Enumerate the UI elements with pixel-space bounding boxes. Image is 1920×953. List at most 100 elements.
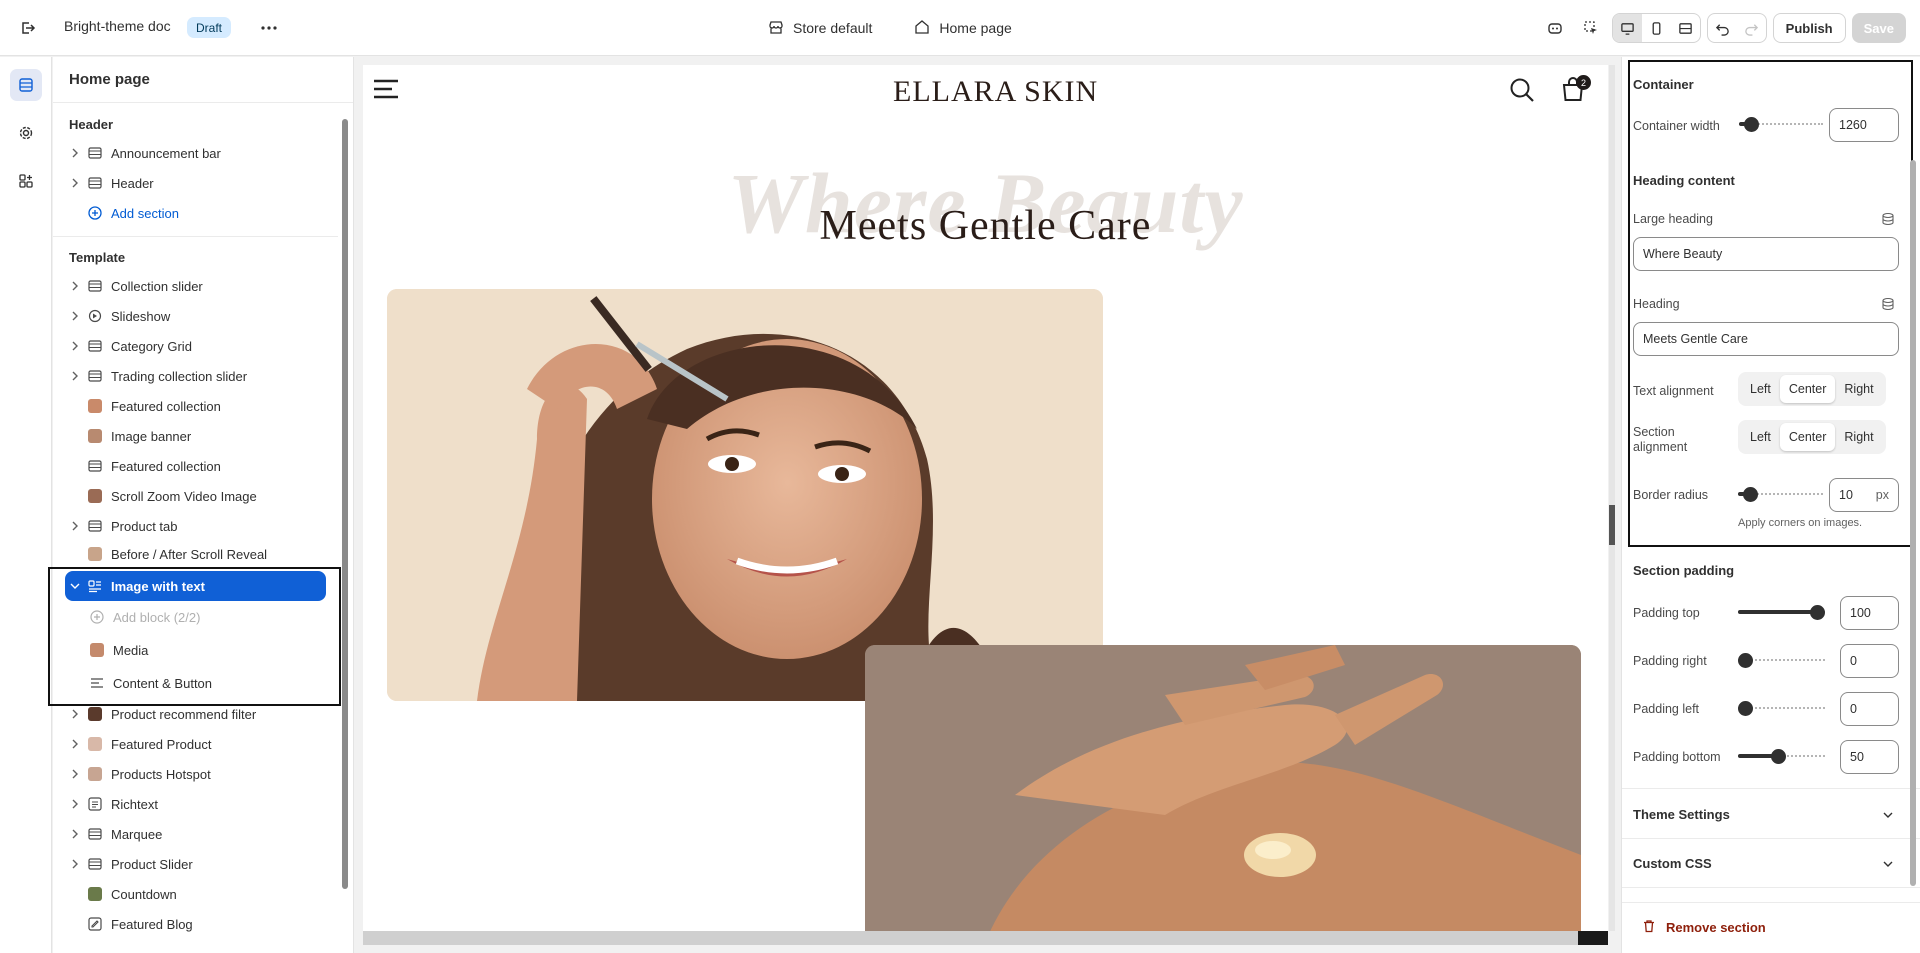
remove-section-button[interactable]: Remove section bbox=[1642, 919, 1766, 936]
block-item-media[interactable]: Media bbox=[53, 633, 338, 667]
chevron-right-icon[interactable] bbox=[65, 148, 85, 158]
tree-item-collection-slider[interactable]: Collection slider bbox=[53, 271, 338, 301]
fullscreen-view-icon[interactable] bbox=[1671, 14, 1700, 42]
container-width-input[interactable]: 1260 bbox=[1829, 108, 1899, 142]
tree-item-label: Featured collection bbox=[111, 458, 221, 474]
block-item-content-button[interactable]: Content & Button bbox=[53, 667, 338, 699]
tree-item-before-after-scroll-reveal[interactable]: Before / After Scroll Reveal bbox=[53, 541, 338, 567]
align-left-option[interactable]: Left bbox=[1741, 375, 1780, 403]
tree-item-featured-product[interactable]: Featured Product bbox=[53, 729, 338, 759]
tree-item-featured-collection-2[interactable]: Featured collection bbox=[53, 451, 338, 481]
gear-icon[interactable] bbox=[10, 117, 42, 149]
menu-icon[interactable] bbox=[373, 78, 399, 105]
heading-input[interactable]: Meets Gentle Care bbox=[1633, 322, 1899, 356]
section-icon bbox=[87, 458, 103, 474]
tree-item-image-banner[interactable]: Image banner bbox=[53, 421, 338, 451]
tree-item-slideshow[interactable]: Slideshow bbox=[53, 301, 338, 331]
custom-css-accordion[interactable]: Custom CSS bbox=[1633, 856, 1893, 871]
section-icon bbox=[87, 145, 103, 161]
thumbnail-icon bbox=[87, 488, 103, 504]
tree-item-richtext[interactable]: Richtext bbox=[53, 789, 338, 819]
tree-item-image-with-text[interactable]: Image with text bbox=[65, 571, 326, 601]
add-section-button[interactable]: Add section bbox=[53, 198, 338, 228]
padding-bottom-input[interactable]: 50 bbox=[1840, 740, 1899, 774]
exit-icon[interactable] bbox=[14, 14, 42, 42]
container-width-slider[interactable] bbox=[1739, 117, 1823, 132]
chevron-down-icon[interactable] bbox=[65, 582, 85, 590]
tree-item-label: Image with text bbox=[111, 578, 205, 594]
chevron-right-icon[interactable] bbox=[65, 739, 85, 749]
apps-icon[interactable] bbox=[10, 165, 42, 197]
text-lines-icon bbox=[89, 675, 105, 691]
mobile-view-icon[interactable] bbox=[1642, 14, 1671, 42]
ai-assistant-icon[interactable] bbox=[1540, 13, 1570, 43]
chevron-right-icon[interactable] bbox=[65, 341, 85, 351]
thumbnail-icon bbox=[87, 428, 103, 444]
publish-button[interactable]: Publish bbox=[1772, 13, 1846, 43]
desktop-view-icon[interactable] bbox=[1612, 14, 1642, 42]
chevron-right-icon[interactable] bbox=[65, 281, 85, 291]
tree-item-scroll-zoom-video-image[interactable]: Scroll Zoom Video Image bbox=[53, 481, 338, 511]
save-button[interactable]: Save bbox=[1851, 13, 1906, 43]
tree-item-header[interactable]: Header bbox=[53, 168, 338, 198]
border-radius-input[interactable]: 10 px bbox=[1829, 478, 1899, 512]
dynamic-source-icon[interactable] bbox=[1881, 297, 1895, 316]
padding-left-input[interactable]: 0 bbox=[1840, 692, 1899, 726]
section-align-center-option[interactable]: Center bbox=[1779, 423, 1836, 451]
border-radius-value: 10 bbox=[1839, 488, 1853, 502]
preview-h-scrollbar[interactable] bbox=[363, 931, 1608, 945]
padding-right-input[interactable]: 0 bbox=[1840, 644, 1899, 678]
chevron-right-icon[interactable] bbox=[65, 178, 85, 188]
sections-icon[interactable] bbox=[10, 69, 42, 101]
tree-item-category-grid[interactable]: Category Grid bbox=[53, 331, 338, 361]
chevron-right-icon[interactable] bbox=[65, 521, 85, 531]
large-heading-input[interactable]: Where Beauty bbox=[1633, 237, 1899, 271]
chevron-right-icon[interactable] bbox=[65, 799, 85, 809]
inspector-icon[interactable] bbox=[1576, 13, 1606, 43]
tree-item-countdown[interactable]: Countdown bbox=[53, 879, 338, 909]
redo-icon[interactable] bbox=[1737, 14, 1766, 42]
tree-item-marquee[interactable]: Marquee bbox=[53, 819, 338, 849]
tree-scrollbar[interactable] bbox=[342, 119, 348, 889]
dynamic-source-icon[interactable] bbox=[1881, 212, 1895, 231]
tree-item-label: Before / After Scroll Reveal bbox=[111, 546, 268, 562]
chevron-right-icon[interactable] bbox=[65, 311, 85, 321]
tree-item-featured-collection[interactable]: Featured collection bbox=[53, 391, 338, 421]
divider bbox=[1622, 887, 1920, 888]
padding-right-slider[interactable] bbox=[1738, 653, 1825, 668]
chevron-right-icon[interactable] bbox=[65, 859, 85, 869]
tree-item-product-recommend-filter[interactable]: Product recommend filter bbox=[53, 699, 338, 729]
page-dropdown[interactable]: Home page bbox=[906, 14, 1019, 42]
align-right-option[interactable]: Right bbox=[1835, 375, 1882, 403]
tree-item-announcement-bar[interactable]: Announcement bar bbox=[53, 138, 338, 168]
preview-v-scrollbar[interactable] bbox=[1609, 65, 1615, 931]
tree-item-featured-blog[interactable]: Featured Blog bbox=[53, 909, 338, 939]
padding-left-slider[interactable] bbox=[1738, 701, 1825, 716]
undo-icon[interactable] bbox=[1708, 14, 1737, 42]
section-align-left-option[interactable]: Left bbox=[1741, 423, 1780, 451]
theme-settings-accordion[interactable]: Theme Settings bbox=[1633, 807, 1893, 822]
tree-item-product-tab[interactable]: Product tab bbox=[53, 511, 338, 541]
store-selector[interactable]: Store default bbox=[760, 14, 880, 42]
tree-item-product-slider[interactable]: Product Slider bbox=[53, 849, 338, 879]
media-image-portrait[interactable] bbox=[387, 289, 1103, 701]
chevron-right-icon[interactable] bbox=[65, 829, 85, 839]
store-logo[interactable]: ELLARA SKIN bbox=[893, 75, 1098, 109]
chevron-right-icon[interactable] bbox=[65, 769, 85, 779]
chevron-right-icon[interactable] bbox=[65, 371, 85, 381]
settings-scrollbar[interactable] bbox=[1910, 160, 1916, 886]
align-center-option[interactable]: Center bbox=[1779, 375, 1836, 403]
tree-item-trading-collection-slider[interactable]: Trading collection slider bbox=[53, 361, 338, 391]
add-block-button[interactable]: Add block (2/2) bbox=[53, 601, 338, 633]
padding-top-input[interactable]: 100 bbox=[1840, 596, 1899, 630]
padding-top-slider[interactable] bbox=[1738, 605, 1825, 620]
border-radius-slider[interactable] bbox=[1738, 487, 1823, 502]
padding-bottom-slider[interactable] bbox=[1738, 749, 1825, 764]
more-icon[interactable] bbox=[255, 14, 283, 42]
media-image-hands[interactable] bbox=[865, 645, 1581, 943]
store-preview[interactable]: ELLARA SKIN 2 Where Beauty Meets Gentle … bbox=[363, 65, 1608, 943]
section-align-right-option[interactable]: Right bbox=[1835, 423, 1882, 451]
chevron-right-icon[interactable] bbox=[65, 709, 85, 719]
search-icon[interactable] bbox=[1509, 77, 1535, 108]
tree-item-products-hotspot[interactable]: Products Hotspot bbox=[53, 759, 338, 789]
